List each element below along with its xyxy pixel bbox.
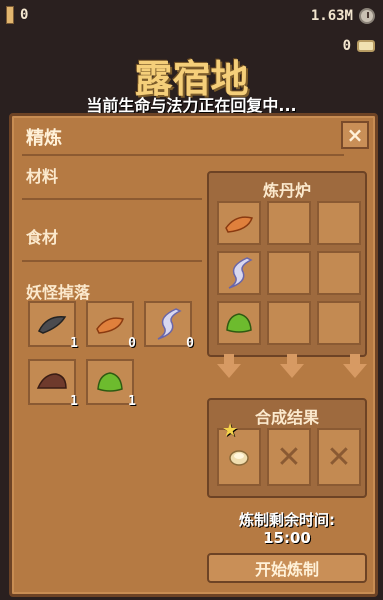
furnace-slot[interactable] <box>317 201 361 245</box>
item-count: 0 <box>128 336 136 351</box>
furnace-slot[interactable] <box>267 301 311 345</box>
money-icon <box>359 8 375 24</box>
down-arrow-icon <box>280 354 304 378</box>
item-count: 0 <box>186 336 194 351</box>
furnace-slot[interactable] <box>317 251 361 295</box>
inventory-slot[interactable]: 0 <box>86 301 136 351</box>
inventory-grid: 1 0 0 1 1 <box>28 301 208 417</box>
green-slime-icon <box>97 372 123 392</box>
brown-meat-icon <box>36 373 67 389</box>
timer-label: 炼制剩余时间: <box>239 511 335 529</box>
inventory-slot[interactable]: 0 <box>144 301 194 351</box>
white-feather-icon <box>228 257 253 289</box>
result-slot[interactable]: ★ <box>217 420 261 486</box>
item-count: 1 <box>70 394 78 409</box>
item-count: 1 <box>128 394 136 409</box>
refine-panel: 精炼 × 材料 食材 妖怪掉落 1 0 0 1 1 炼丹炉 合成结果 ★ ✕ ✕… <box>9 113 378 597</box>
furnace-slot[interactable] <box>267 201 311 245</box>
result-slot[interactable]: ✕ <box>267 428 311 486</box>
inventory-slot[interactable]: 1 <box>28 359 78 409</box>
star-icon: ★ <box>222 420 239 441</box>
key-icon <box>6 6 14 24</box>
inventory-slot[interactable]: 1 <box>28 301 78 351</box>
pill-icon <box>229 450 249 466</box>
furnace-slot[interactable] <box>217 301 261 345</box>
category-ingredients[interactable]: 食材 <box>22 212 202 262</box>
furnace-panel: 炼丹炉 <box>207 171 367 357</box>
furnace-slot[interactable] <box>217 201 261 245</box>
category-list: 材料 食材 妖怪掉落 <box>22 158 202 314</box>
result-slot[interactable]: ✕ <box>317 428 361 486</box>
furnace-title: 炼丹炉 <box>262 181 311 200</box>
orange-scale-icon <box>96 317 124 334</box>
title-divider <box>22 154 344 156</box>
money-value: 1.63M <box>310 8 353 24</box>
refine-timer: 炼制剩余时间: 15:00 <box>207 511 367 547</box>
green-slime-icon <box>226 313 252 333</box>
furnace-slot[interactable] <box>217 251 261 295</box>
down-arrow-icon <box>343 354 367 378</box>
orange-scale-icon <box>225 216 253 233</box>
furnace-grid <box>217 201 361 345</box>
furnace-slot[interactable] <box>317 301 361 345</box>
furnace-slot[interactable] <box>267 251 311 295</box>
panel-title: 精炼 <box>26 128 62 149</box>
keys-value: 0 <box>20 7 29 23</box>
close-button[interactable]: × <box>341 121 369 149</box>
inventory-slot[interactable]: 1 <box>86 359 136 409</box>
result-slots: ★ ✕ ✕ <box>217 420 361 486</box>
start-refine-button[interactable]: 开始炼制 <box>207 553 367 583</box>
timer-value: 15:00 <box>263 529 311 547</box>
empty-slot-icon: ✕ <box>326 439 352 475</box>
empty-slot-icon: ✕ <box>276 439 302 475</box>
close-icon: × <box>346 123 364 147</box>
item-count: 1 <box>70 336 78 351</box>
category-materials[interactable]: 材料 <box>22 158 202 200</box>
result-panel: 合成结果 ★ ✕ ✕ <box>207 398 367 498</box>
keys-counter: 0 <box>6 6 28 24</box>
down-arrow-icon <box>217 354 241 378</box>
gray-scale-icon <box>37 316 67 334</box>
white-feather-icon <box>157 308 182 340</box>
arrow-row <box>217 354 367 378</box>
